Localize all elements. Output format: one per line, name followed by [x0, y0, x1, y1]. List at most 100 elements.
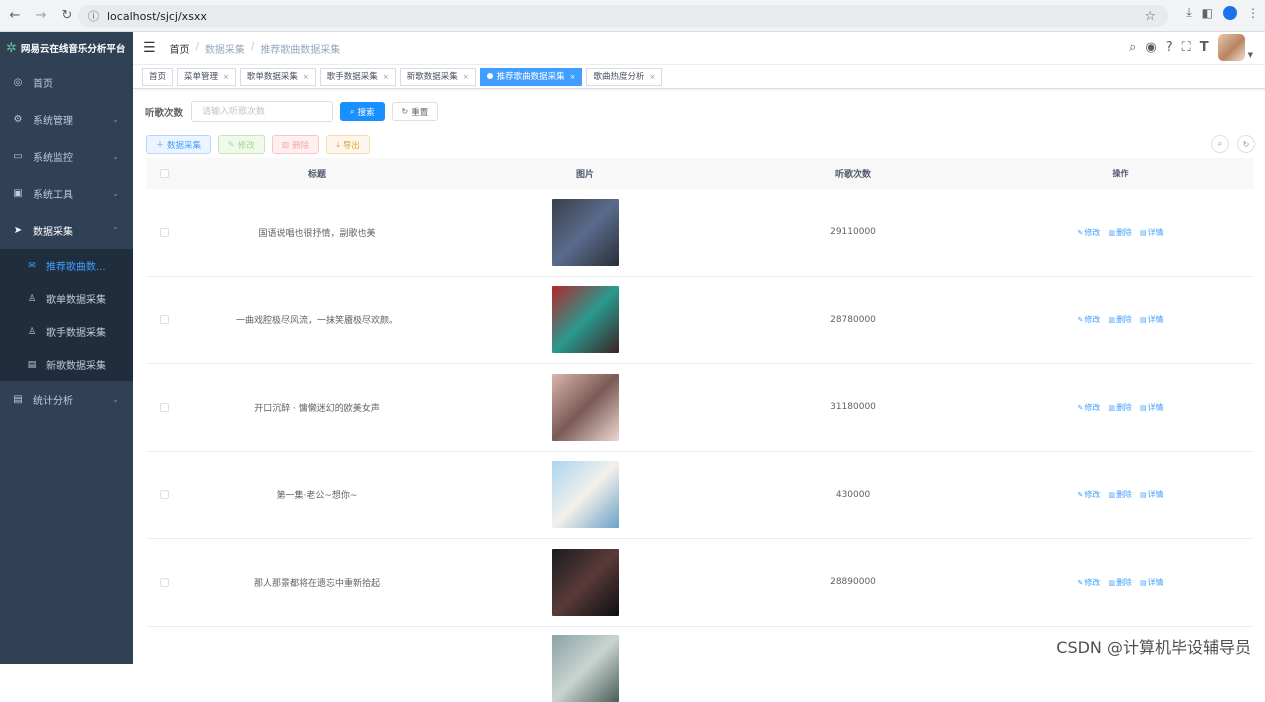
sidebar-item-tools[interactable]: ▣ 系统工具 ⌄ — [0, 175, 133, 212]
cell-title: 那人那景都将在遗忘中重新拾起 — [183, 576, 451, 589]
cell-count: 29110000 — [719, 227, 987, 237]
cell-count: 28890000 — [719, 577, 987, 587]
tag-item[interactable]: 歌单数据采集× — [240, 68, 316, 86]
delete-link[interactable]: ▥删除 — [1108, 577, 1132, 588]
delete-link[interactable]: ▥删除 — [1108, 314, 1132, 325]
tag-label: 首页 — [149, 72, 166, 82]
row-checkbox[interactable] — [160, 403, 169, 412]
sidebar-item-singer[interactable]: ♙ 歌手数据采集 — [0, 315, 133, 348]
chart-icon: ▤ — [12, 394, 24, 405]
sidebar-item-stats[interactable]: ▤ 统计分析 ⌄ — [0, 381, 133, 418]
collect-button[interactable]: ＋ 数据采集 — [146, 135, 211, 154]
delete-link[interactable]: ▥删除 — [1108, 227, 1132, 238]
navbar: ☰ 首页 / 数据采集 / 推荐歌曲数据采集 ⌕ ◉ ? ⛶ T ▼ — [133, 32, 1265, 65]
tag-item[interactable]: 新歌数据采集× — [400, 68, 476, 86]
avatar[interactable] — [1218, 34, 1245, 61]
export-button[interactable]: ⤓ 导出 — [326, 135, 370, 154]
close-icon[interactable]: × — [570, 73, 576, 81]
search-icon[interactable]: ⌕ — [1129, 40, 1136, 55]
sidepanel-icon[interactable]: ◧ — [1202, 6, 1213, 20]
export-button-label: 导出 — [343, 139, 360, 151]
detail-link[interactable]: ▤详情 — [1140, 227, 1164, 238]
edit-button-label: 修改 — [238, 139, 255, 151]
row-checkbox[interactable] — [160, 315, 169, 324]
breadcrumb-item[interactable]: 首页 — [170, 41, 190, 56]
cover-image[interactable] — [552, 549, 619, 616]
table-body: 国语说唱也很抒情，副歌也美 29110000 ✎修改▥删除▤详情 一曲戏腔极尽风… — [146, 189, 1254, 687]
op-label: 详情 — [1148, 228, 1164, 237]
sidebar-item-new-songs[interactable]: ▤ 新歌数据采集 — [0, 348, 133, 381]
cover-image[interactable] — [552, 635, 619, 702]
edit-link[interactable]: ✎修改 — [1077, 227, 1100, 238]
download-icon[interactable]: ⤓ — [1186, 5, 1191, 20]
toggle-search-icon[interactable]: ⌕ — [1211, 135, 1229, 153]
listen-count-input[interactable] — [191, 101, 333, 122]
tag-item[interactable]: 推荐歌曲数据采集× — [480, 68, 583, 86]
arrow-right-icon[interactable]: → — [30, 5, 52, 27]
row-checkbox[interactable] — [160, 228, 169, 237]
sidebar-item-label: 新歌数据采集 — [46, 357, 106, 372]
tag-item[interactable]: 歌手数据采集× — [320, 68, 396, 86]
reload-icon[interactable]: ↻ — [56, 5, 78, 27]
close-icon[interactable]: × — [223, 73, 229, 81]
collect-button-label: 数据采集 — [167, 139, 201, 151]
row-checkbox[interactable] — [160, 490, 169, 499]
edit-link[interactable]: ✎修改 — [1077, 402, 1100, 413]
delete-link[interactable]: ▥删除 — [1108, 489, 1132, 500]
sidebar-item-recommend-songs[interactable]: ✉ 推荐歌曲数... — [0, 249, 133, 282]
cover-image[interactable] — [552, 199, 619, 266]
info-icon[interactable]: ⓘ — [88, 8, 99, 24]
detail-link[interactable]: ▤详情 — [1140, 489, 1164, 500]
refresh-icon[interactable]: ↻ — [1237, 135, 1255, 153]
op-label: 详情 — [1148, 490, 1164, 499]
bookmark-star-icon[interactable]: ☆ — [1144, 9, 1156, 24]
tag-item[interactable]: 歌曲热度分析× — [586, 68, 662, 86]
edit-button[interactable]: ✎ 修改 — [218, 135, 265, 154]
select-all-checkbox[interactable] — [160, 169, 169, 178]
brand: ✲ 网易云在线音乐分析平台 — [0, 32, 133, 64]
tag-item[interactable]: 菜单管理× — [177, 68, 236, 86]
delete-button[interactable]: ▥ 删除 — [272, 135, 320, 154]
search-form: 听歌次数 ⌕ 搜索 ↻ 重置 — [145, 101, 438, 122]
sidebar-item-home[interactable]: ◎ 首页 — [0, 64, 133, 101]
cell-ops: ✎修改 ▥删除 ▤详情 — [987, 577, 1254, 588]
arrow-left-icon[interactable]: ← — [4, 5, 26, 27]
detail-link[interactable]: ▤详情 — [1140, 402, 1164, 413]
cover-image[interactable] — [552, 461, 619, 528]
op-label: 详情 — [1148, 578, 1164, 587]
sidebar-item-playlist[interactable]: ♙ 歌单数据采集 — [0, 282, 133, 315]
edit-link[interactable]: ✎修改 — [1077, 314, 1100, 325]
close-icon[interactable]: × — [649, 73, 655, 81]
address-bar[interactable]: ⓘ localhost/sjcj/xsxx ☆ — [78, 5, 1168, 27]
sidebar-item-monitor[interactable]: ▭ 系统监控 ⌄ — [0, 138, 133, 175]
user-icon: ♙ — [26, 327, 38, 337]
active-dot-icon — [487, 73, 493, 79]
github-icon[interactable]: ◉ — [1145, 40, 1156, 55]
font-size-icon[interactable]: T — [1200, 40, 1209, 55]
profile-icon[interactable] — [1223, 6, 1237, 20]
reset-button[interactable]: ↻ 重置 — [392, 102, 439, 121]
sidebar-item-collect[interactable]: ➤ 数据采集 ⌃ — [0, 212, 133, 249]
cover-image[interactable] — [552, 286, 619, 353]
sidebar-item-label: 数据采集 — [33, 223, 73, 238]
close-icon[interactable]: × — [303, 73, 309, 81]
row-checkbox[interactable] — [160, 578, 169, 587]
sidebar-item-label: 歌手数据采集 — [46, 324, 106, 339]
sidebar-item-system[interactable]: ⚙ 系统管理 ⌄ — [0, 101, 133, 138]
close-icon[interactable]: × — [383, 73, 389, 81]
kebab-menu-icon[interactable]: ⋮ — [1247, 6, 1259, 20]
fullscreen-icon[interactable]: ⛶ — [1182, 40, 1191, 55]
edit-link[interactable]: ✎修改 — [1077, 489, 1100, 500]
tag-item[interactable]: 首页 — [142, 68, 173, 86]
hamburger-icon[interactable]: ☰ — [143, 40, 156, 56]
edit-link[interactable]: ✎修改 — [1077, 577, 1100, 588]
cover-image[interactable] — [552, 374, 619, 441]
detail-link[interactable]: ▤详情 — [1140, 314, 1164, 325]
close-icon[interactable]: × — [463, 73, 469, 81]
search-button[interactable]: ⌕ 搜索 — [340, 102, 385, 121]
delete-link[interactable]: ▥删除 — [1108, 402, 1132, 413]
help-icon[interactable]: ? — [1166, 40, 1173, 55]
caret-down-icon[interactable]: ▼ — [1248, 51, 1253, 59]
detail-link[interactable]: ▤详情 — [1140, 577, 1164, 588]
table-row: 国语说唱也很抒情，副歌也美 29110000 ✎修改▥删除▤详情 — [146, 189, 1254, 277]
